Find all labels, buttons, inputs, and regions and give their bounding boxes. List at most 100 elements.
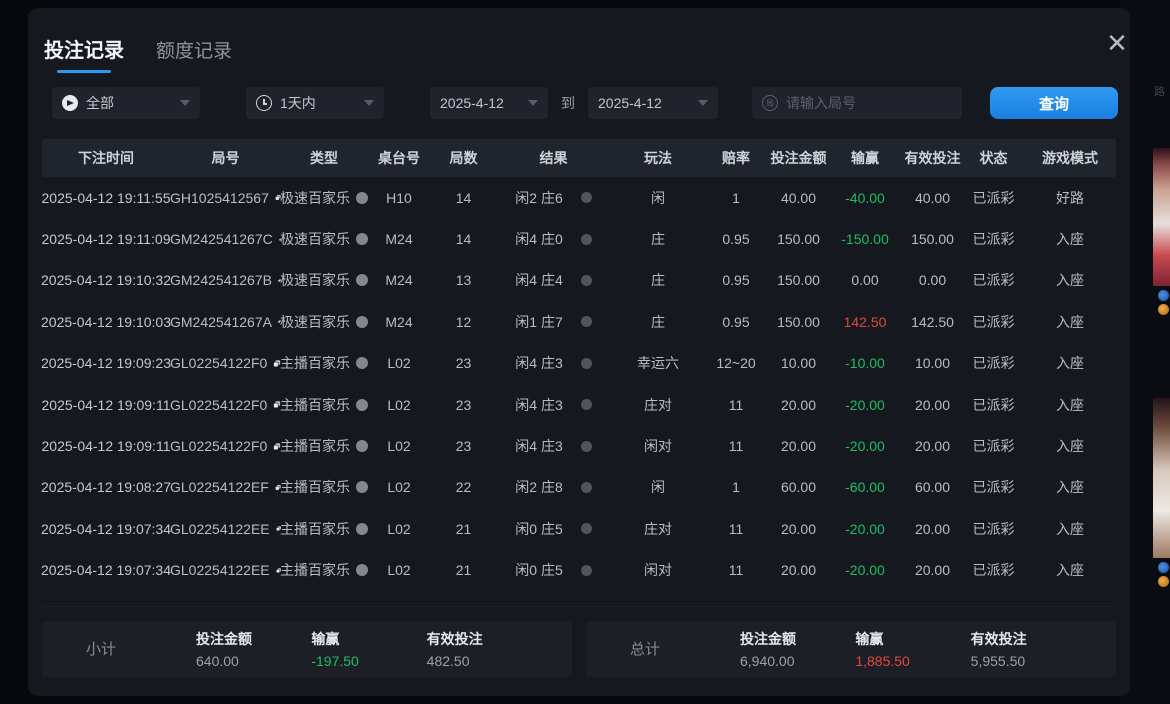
header-game-id: 局号 [170, 139, 281, 177]
cell-rounds: 23 [431, 384, 496, 425]
game-type-text: 极速百家乐 [280, 229, 350, 249]
date-from-value: 2025-4-12 [440, 95, 504, 111]
cell-game-mode: 入座 [1022, 550, 1118, 591]
game-type-text: 主播百家乐 [280, 560, 350, 580]
result-detail-icon[interactable] [581, 399, 592, 410]
tab-betting-records[interactable]: 投注记录 [44, 34, 124, 73]
cell-play: 幸运六 [611, 343, 705, 384]
table-row[interactable]: 2025-04-12 19:11:09 GM242541267C 极速百家乐 M… [42, 218, 1116, 259]
cell-play: 庄 [611, 218, 705, 259]
cell-play: 闲 [611, 177, 705, 218]
close-icon[interactable]: ✕ [1100, 26, 1134, 60]
clock-icon [256, 95, 272, 111]
header-table-no: 桌台号 [367, 139, 431, 177]
date-to-picker[interactable]: 2025-4-12 [588, 87, 718, 119]
tab-bar: 投注记录 额度记录 [28, 8, 1130, 73]
table-row[interactable]: 2025-04-12 19:07:34 GL02254122EE 主播百家乐 L… [42, 508, 1116, 549]
cell-game-id: GM242541267A [170, 301, 281, 342]
cell-game-mode: 入座 [1022, 467, 1118, 508]
cell-bet-amount: 150.00 [767, 218, 830, 259]
table-row[interactable]: 2025-04-12 19:08:27 GL02254122EF 主播百家乐 L… [42, 467, 1116, 508]
cell-play: 闲 [611, 467, 705, 508]
game-id-text: GL02254122F0 [170, 438, 267, 454]
date-from-picker[interactable]: 2025-4-12 [430, 87, 548, 119]
cell-valid-bet: 142.50 [900, 301, 965, 342]
cell-status: 已派彩 [965, 301, 1022, 342]
video-category-icon [62, 95, 78, 111]
category-value: 全部 [86, 93, 114, 113]
cell-result: 闲4 庄3 [496, 425, 611, 466]
tab-label: 额度记录 [156, 41, 232, 62]
game-type-text: 主播百家乐 [280, 519, 350, 539]
cell-status: 已派彩 [965, 260, 1022, 301]
table-row[interactable]: 2025-04-12 19:10:03 GM242541267A 极速百家乐 M… [42, 301, 1116, 342]
stat-value: 640.00 [196, 653, 311, 669]
cell-odds: 11 [705, 508, 767, 549]
table-row[interactable]: 2025-04-12 19:09:23 GL02254122F0 主播百家乐 L… [42, 343, 1116, 384]
result-detail-icon[interactable] [581, 358, 592, 369]
search-input[interactable] [786, 95, 952, 111]
header-bet-time: 下注时间 [42, 139, 170, 177]
table-row[interactable]: 2025-04-12 19:11:55 GH1025412567 极速百家乐 H… [42, 177, 1116, 218]
header-winloss: 输赢 [830, 139, 900, 177]
table-row[interactable]: 2025-04-12 19:10:32 GM242541267B 极速百家乐 M… [42, 260, 1116, 301]
category-select[interactable]: 全部 [52, 87, 200, 119]
tab-quota-records[interactable]: 额度记录 [156, 36, 232, 73]
cell-winloss: -40.00 [830, 177, 900, 218]
cell-game-mode: 入座 [1022, 301, 1118, 342]
cell-result: 闲2 庄8 [496, 467, 611, 508]
result-text: 闲4 庄0 [515, 229, 562, 249]
cell-result: 闲0 庄5 [496, 550, 611, 591]
chevron-down-icon [698, 100, 708, 106]
query-button[interactable]: 查询 [990, 87, 1118, 119]
result-detail-icon[interactable] [581, 482, 592, 493]
cell-table-no: L02 [367, 508, 431, 549]
cell-bet-amount: 10.00 [767, 343, 830, 384]
table-row[interactable]: 2025-04-12 19:07:34 GL02254122EE 主播百家乐 L… [42, 550, 1116, 591]
result-detail-icon[interactable] [581, 192, 592, 203]
stat-valid-bet: 有效投注 482.50 [427, 629, 542, 669]
cell-bet-time: 2025-04-12 19:08:27 [42, 467, 170, 508]
cell-odds: 11 [705, 384, 767, 425]
result-detail-icon[interactable] [581, 523, 592, 534]
cell-table-no: L02 [367, 550, 431, 591]
cell-rounds: 14 [431, 218, 496, 259]
game-id-text: GH1025412567 [170, 190, 269, 206]
table-body: 2025-04-12 19:11:55 GH1025412567 极速百家乐 H… [42, 177, 1116, 591]
cell-status: 已派彩 [965, 384, 1022, 425]
background-text-fragment: 路 [1154, 86, 1170, 98]
stat-value: 482.50 [427, 653, 542, 669]
tab-label: 投注记录 [44, 40, 124, 62]
cell-winloss: -20.00 [830, 508, 900, 549]
cell-rounds: 14 [431, 177, 496, 218]
cell-rounds: 12 [431, 301, 496, 342]
game-id-text: GM242541267B [170, 272, 272, 288]
table-row[interactable]: 2025-04-12 19:09:11 GL02254122F0 主播百家乐 L… [42, 425, 1116, 466]
result-detail-icon[interactable] [581, 316, 592, 327]
chevron-down-icon [364, 100, 374, 106]
cell-game-id: GL02254122EE [170, 550, 281, 591]
date-to-value: 2025-4-12 [598, 95, 662, 111]
table-row[interactable]: 2025-04-12 19:09:11 GL02254122F0 主播百家乐 L… [42, 384, 1116, 425]
result-detail-icon[interactable] [581, 441, 592, 452]
blue-badge-icon [1158, 562, 1169, 573]
result-detail-icon[interactable] [581, 234, 592, 245]
cell-type: 极速百家乐 [281, 260, 367, 301]
result-detail-icon[interactable] [581, 565, 592, 576]
time-range-select[interactable]: 1天内 [246, 87, 384, 119]
time-range-value: 1天内 [280, 93, 316, 113]
cell-game-mode: 入座 [1022, 218, 1118, 259]
result-text: 闲2 庄6 [515, 188, 562, 208]
game-type-text: 极速百家乐 [280, 312, 350, 332]
subtotal-label: 小计 [86, 638, 148, 659]
cell-odds: 11 [705, 550, 767, 591]
cell-valid-bet: 150.00 [900, 218, 965, 259]
result-text: 闲4 庄4 [515, 270, 562, 290]
stat-bet-amount: 投注金额 640.00 [196, 629, 311, 669]
game-id-text: GL02254122F0 [170, 355, 267, 371]
result-detail-icon[interactable] [581, 275, 592, 286]
result-text: 闲1 庄7 [515, 312, 562, 332]
cell-type: 主播百家乐 [281, 508, 367, 549]
result-text: 闲4 庄3 [515, 395, 562, 415]
betting-records-modal: ✕ 投注记录 额度记录 全部 1天内 2025-4-12 到 2025-4-12 [28, 8, 1130, 696]
